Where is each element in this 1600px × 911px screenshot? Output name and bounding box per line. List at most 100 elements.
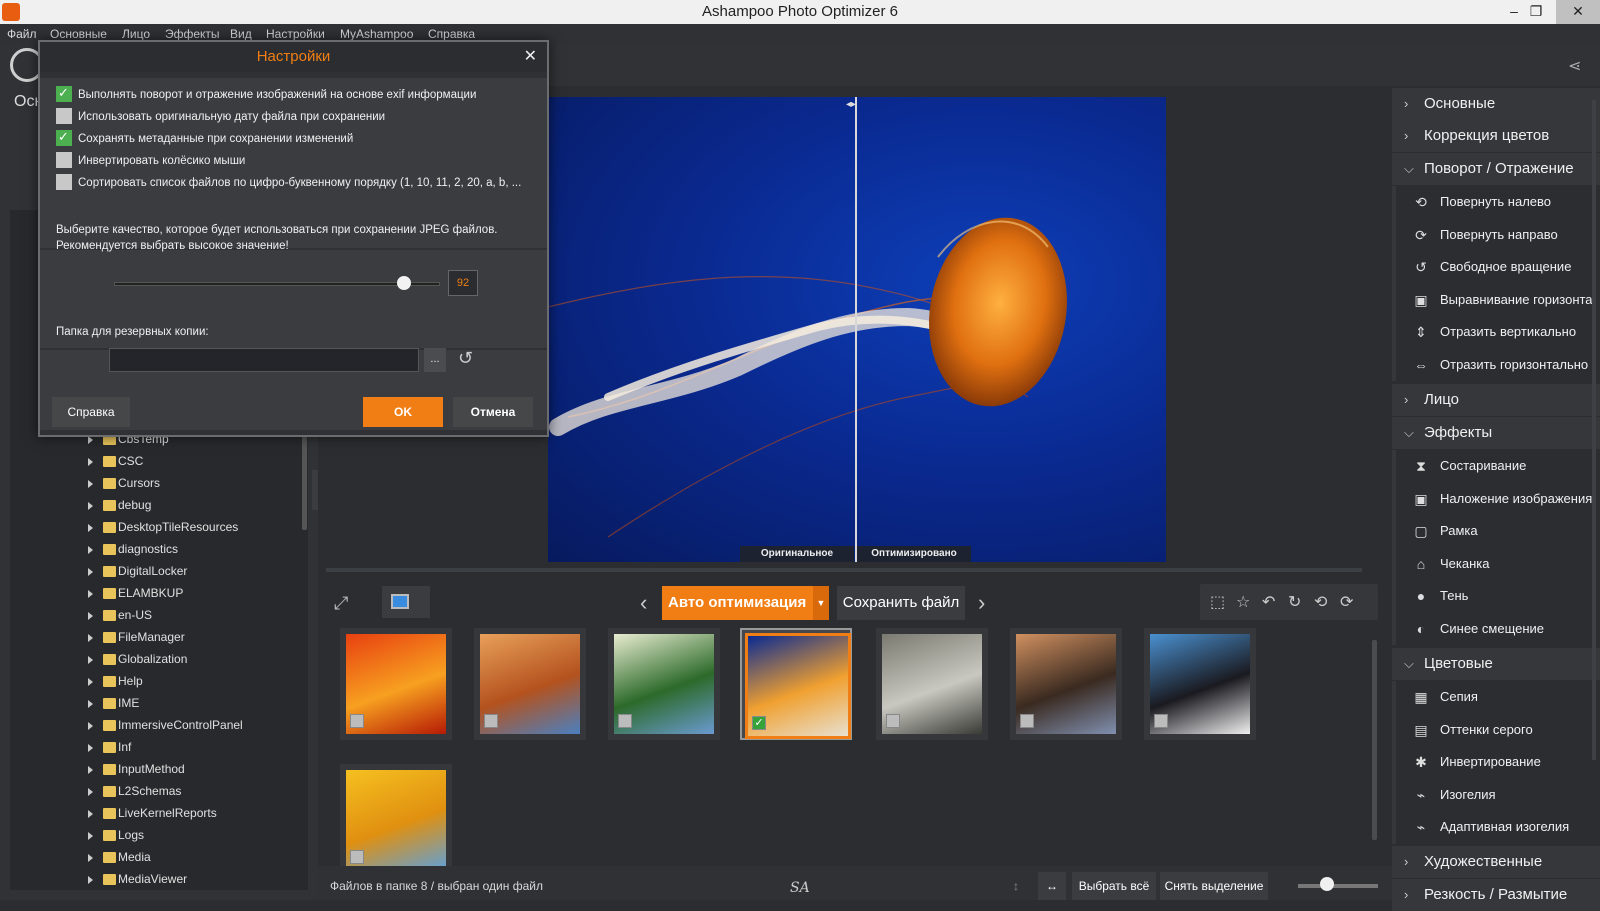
expand-arrow-icon[interactable] bbox=[88, 853, 93, 862]
expand-arrow-icon[interactable] bbox=[88, 787, 93, 796]
tool-item[interactable]: ↺ Свободное вращение bbox=[1396, 251, 1600, 283]
menu-effects[interactable]: Эффекты bbox=[165, 27, 220, 41]
thumbnail[interactable]: ✓ bbox=[740, 628, 852, 740]
option-checkbox[interactable] bbox=[56, 128, 72, 146]
viewer-splitter[interactable] bbox=[326, 568, 1362, 572]
expand-arrow-icon[interactable] bbox=[88, 765, 93, 774]
sort-icon[interactable]: ↕ bbox=[1004, 872, 1028, 900]
option-row[interactable]: Сохранять метаданные при сохранении изме… bbox=[56, 128, 353, 150]
thumbnail-checkbox[interactable] bbox=[350, 850, 364, 864]
prev-image-button[interactable]: ‹ bbox=[640, 590, 647, 616]
expand-arrow-icon[interactable] bbox=[88, 589, 93, 598]
tool-item[interactable]: ✱ Инвертирование bbox=[1396, 746, 1600, 778]
thumbnail-checkbox[interactable] bbox=[1154, 714, 1168, 728]
ok-button[interactable]: OK bbox=[363, 397, 443, 427]
expand-arrow-icon[interactable] bbox=[88, 677, 93, 686]
expand-arrow-icon[interactable] bbox=[88, 545, 93, 554]
tree-item[interactable]: DesktopTileResources bbox=[88, 520, 238, 541]
thumbnail-checkbox[interactable] bbox=[618, 714, 632, 728]
tree-item[interactable]: L2Schemas bbox=[88, 784, 181, 805]
thumbnail[interactable] bbox=[340, 764, 452, 876]
tool-item[interactable]: ⇕ Отразить вертикально bbox=[1396, 316, 1600, 348]
tool-item[interactable]: ◐ Синее смещение bbox=[1396, 613, 1600, 645]
expand-arrow-icon[interactable] bbox=[88, 721, 93, 730]
thumbnail-checkbox[interactable] bbox=[886, 714, 900, 728]
tree-item[interactable]: FileManager bbox=[88, 630, 185, 651]
restore-button[interactable]: ❐ bbox=[1514, 0, 1558, 24]
reset-icon[interactable]: ↺ bbox=[458, 348, 473, 369]
tool-item[interactable]: ⌂ Чеканка bbox=[1396, 548, 1600, 580]
expand-arrow-icon[interactable] bbox=[88, 875, 93, 884]
thumbnail[interactable] bbox=[340, 628, 452, 740]
selection-icon[interactable]: ⬚ bbox=[1210, 592, 1225, 612]
section-header[interactable]: ⌵ Эффекты bbox=[1392, 417, 1600, 449]
tree-item[interactable]: Globalization bbox=[88, 652, 187, 673]
deselect-button[interactable]: Снять выделение bbox=[1160, 872, 1268, 900]
rotate-free-icon[interactable]: ↻ bbox=[1288, 592, 1301, 612]
cancel-button[interactable]: Отмена bbox=[453, 397, 533, 427]
tool-item[interactable]: ⌁ Изогелия bbox=[1396, 779, 1600, 811]
expand-arrow-icon[interactable] bbox=[88, 501, 93, 510]
rotate-left-icon[interactable]: ⟲ bbox=[1314, 592, 1327, 612]
jpeg-quality-knob[interactable] bbox=[397, 276, 411, 290]
thumbnail-size-slider[interactable] bbox=[1298, 884, 1378, 888]
expand-arrow-icon[interactable] bbox=[88, 479, 93, 488]
rotate-right-icon[interactable]: ⟳ bbox=[1340, 592, 1353, 612]
expand-arrow-icon[interactable] bbox=[88, 611, 93, 620]
tool-item[interactable]: ⌁ Адаптивная изогелия bbox=[1396, 811, 1600, 843]
thumbnail[interactable] bbox=[1010, 628, 1122, 740]
tool-item[interactable]: ⇔ Отразить горизонтально bbox=[1396, 349, 1600, 381]
tree-item[interactable]: diagnostics bbox=[88, 542, 178, 563]
view-mode-button[interactable] bbox=[382, 586, 430, 618]
tree-item[interactable]: Inf bbox=[88, 740, 131, 761]
backup-folder-input[interactable] bbox=[109, 348, 419, 372]
menu-view[interactable]: Вид bbox=[230, 27, 252, 41]
tool-item[interactable]: ⧗ Состаривание bbox=[1396, 450, 1600, 482]
select-all-button[interactable]: Выбрать всё bbox=[1072, 872, 1156, 900]
menu-face[interactable]: Лицо bbox=[122, 27, 150, 41]
tree-item[interactable]: ImmersiveControlPanel bbox=[88, 718, 243, 739]
expand-arrow-icon[interactable] bbox=[88, 435, 93, 444]
tool-item[interactable]: ▢ Рамка bbox=[1396, 515, 1600, 547]
thumbnail-size-knob[interactable] bbox=[1320, 877, 1334, 891]
thumbnail[interactable] bbox=[876, 628, 988, 740]
fit-width-icon[interactable]: ↔ bbox=[1038, 872, 1066, 900]
option-row[interactable]: Выполнять поворот и отражение изображени… bbox=[56, 84, 476, 106]
next-image-button[interactable]: › bbox=[978, 590, 985, 616]
jpeg-quality-value[interactable]: 92 bbox=[448, 270, 478, 296]
option-row[interactable]: Использовать оригинальную дату файла при… bbox=[56, 107, 385, 128]
compare-divider[interactable] bbox=[855, 97, 857, 562]
expand-arrow-icon[interactable] bbox=[88, 699, 93, 708]
magic-icon[interactable]: ☆ bbox=[1236, 592, 1250, 612]
tool-item[interactable]: ⟳ Повернуть направо bbox=[1396, 219, 1600, 251]
thumbnail-checkbox[interactable] bbox=[350, 714, 364, 728]
section-header[interactable]: › Коррекция цветов bbox=[1392, 120, 1600, 152]
tool-item[interactable]: ⟲ Повернуть налево bbox=[1396, 186, 1600, 218]
option-checkbox[interactable] bbox=[56, 84, 72, 102]
tree-item[interactable]: en-US bbox=[88, 608, 152, 629]
save-file-button[interactable]: Сохранить файл bbox=[837, 586, 965, 620]
browse-button[interactable]: ... bbox=[424, 348, 446, 372]
thumbnail[interactable] bbox=[1144, 628, 1256, 740]
thumbnail[interactable] bbox=[608, 628, 720, 740]
auto-optimize-dropdown[interactable]: ▼ bbox=[813, 586, 829, 620]
tool-item[interactable]: ▣ Выравнивание горизонта bbox=[1396, 284, 1600, 316]
auto-optimize-button[interactable]: Авто оптимизация bbox=[662, 586, 828, 620]
expand-arrow-icon[interactable] bbox=[88, 567, 93, 576]
expand-arrow-icon[interactable] bbox=[88, 809, 93, 818]
menu-settings[interactable]: Настройки bbox=[266, 27, 325, 41]
option-row[interactable]: Инвертировать колёсико мыши bbox=[56, 151, 245, 172]
section-header[interactable]: › Художественные bbox=[1392, 846, 1600, 878]
menu-file[interactable]: Файл bbox=[7, 27, 37, 41]
tree-item[interactable]: IME bbox=[88, 696, 139, 717]
tool-item[interactable]: ▤ Оттенки серого bbox=[1396, 714, 1600, 746]
compare-handle-icon[interactable]: ◂▸ bbox=[846, 99, 856, 110]
menu-help[interactable]: Справка bbox=[428, 27, 475, 41]
tree-item[interactable]: Cursors bbox=[88, 476, 160, 497]
option-row[interactable]: Сортировать список файлов по цифро-букве… bbox=[56, 173, 521, 194]
tree-item[interactable]: InputMethod bbox=[88, 762, 185, 783]
expand-arrow-icon[interactable] bbox=[88, 655, 93, 664]
undo-icon[interactable]: ↶ bbox=[1262, 592, 1275, 612]
thumbnail-scrollbar[interactable] bbox=[1372, 640, 1377, 840]
tree-item[interactable]: debug bbox=[88, 498, 151, 519]
